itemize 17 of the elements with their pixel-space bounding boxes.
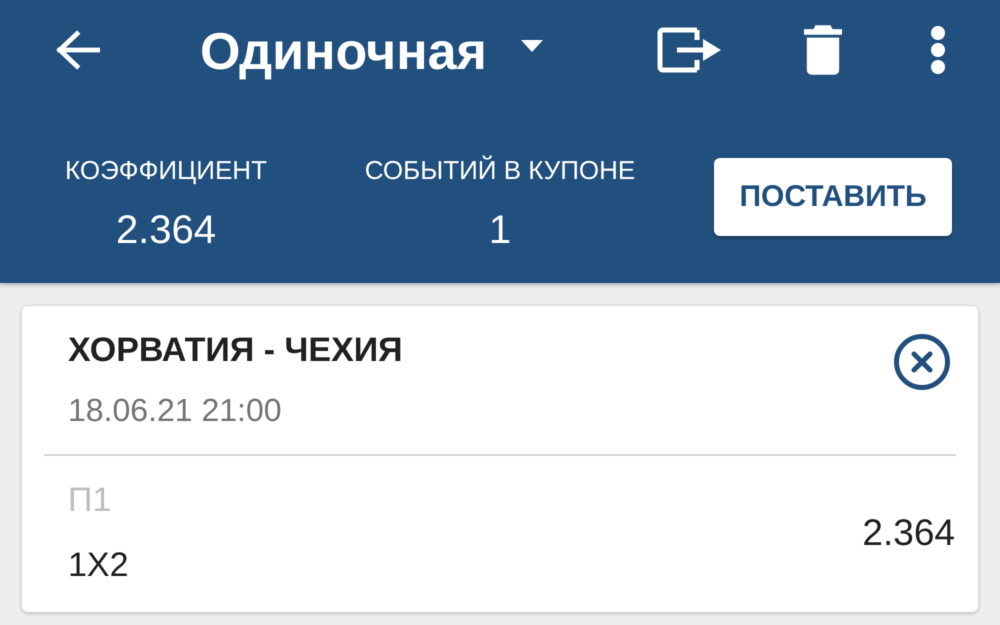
match-title: ХОРВАТИЯ - ЧЕХИЯ — [68, 332, 404, 368]
market-name: 1X2 — [68, 547, 130, 583]
back-arrow-icon[interactable] — [54, 30, 100, 70]
odds-value: 2.364 — [862, 512, 955, 552]
summary-label: СОБЫТИЙ В КУПОНЕ — [364, 154, 636, 187]
caret-icon — [520, 40, 543, 52]
trash-icon[interactable] — [804, 25, 842, 75]
export-icon[interactable] — [657, 27, 721, 73]
summary-value: 1 — [488, 207, 512, 254]
place-bet-button[interactable]: ПОСТАВИТЬ — [714, 158, 952, 236]
bet-type-dropdown[interactable]: Одиночная — [200, 22, 543, 82]
match-datetime: 18.06.21 21:00 — [68, 392, 283, 428]
summary-label: КОЭФФИЦИЕНТ — [65, 154, 267, 187]
outcome-label: П1 — [68, 482, 112, 518]
summary-value: 2.364 — [116, 207, 216, 254]
more-options-icon[interactable] — [930, 26, 946, 74]
remove-circle-icon[interactable] — [894, 334, 950, 390]
